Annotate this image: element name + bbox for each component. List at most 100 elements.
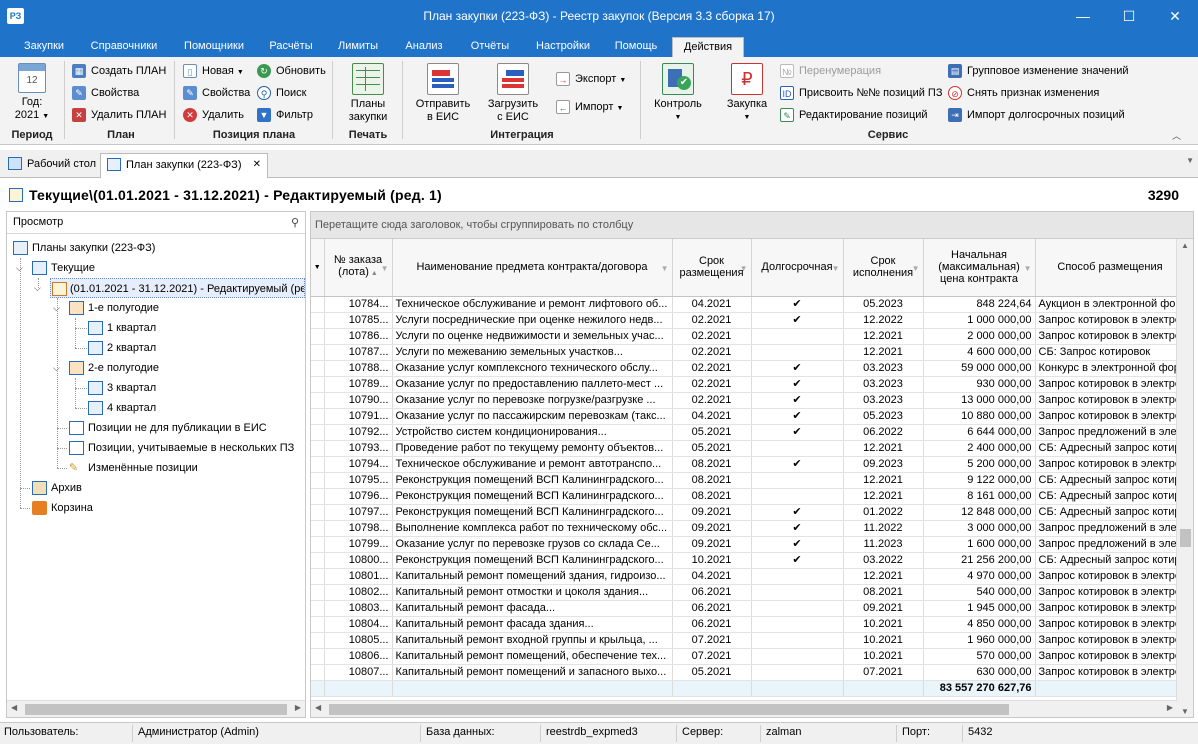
row-indicator[interactable] bbox=[311, 472, 325, 489]
menu-tab-analysis[interactable]: Анализ bbox=[394, 37, 454, 57]
row-indicator[interactable] bbox=[311, 552, 325, 569]
row-indicator[interactable] bbox=[311, 520, 325, 537]
group-change-button[interactable]: ▤ Групповое изменение значений bbox=[948, 61, 1129, 81]
menu-tab-helpers[interactable]: Помощники bbox=[174, 37, 254, 57]
import-long-term-button[interactable]: ⇥ Импорт долгосрочных позиций bbox=[948, 105, 1125, 125]
row-indicator[interactable] bbox=[311, 360, 325, 377]
table-row[interactable]: 10801... Капитальный ремонт помещений зда… bbox=[311, 568, 1186, 585]
table-row[interactable]: 10795... Реконструкция помещений ВСП Кали… bbox=[311, 472, 1186, 489]
remove-flag-button[interactable]: ⊘ Снять признак изменения bbox=[948, 83, 1099, 103]
table-row[interactable]: 10797... Реконструкция помещений ВСП Кали… bbox=[311, 504, 1186, 521]
column-header-execution-term[interactable]: Срок исполнения ▼ bbox=[843, 239, 924, 297]
table-row[interactable]: 10800... Реконструкция помещений ВСП Кали… bbox=[311, 552, 1186, 569]
table-row[interactable]: 10802... Капитальный ремонт отмостки и цо… bbox=[311, 584, 1186, 601]
assign-numbers-button[interactable]: ID Присвоить №№ позиций ПЗ bbox=[780, 83, 942, 103]
tree-horizontal-scrollbar[interactable]: ◀ ▶ bbox=[7, 700, 305, 717]
search-button[interactable]: ⚲ Поиск bbox=[257, 83, 306, 103]
plan-properties-button[interactable]: ✎ Свойства bbox=[72, 83, 139, 103]
table-row[interactable]: 10786... Услуги по оценке недвижимости и … bbox=[311, 328, 1186, 345]
column-header-long-term[interactable]: Долгосрочная ▼ bbox=[751, 239, 844, 297]
expand-toggle-icon[interactable]: ⌵ bbox=[34, 278, 41, 298]
tree-node-plan-2021[interactable]: (01.01.2021 - 31.12.2021) - Редактируемы… bbox=[50, 278, 305, 298]
table-row[interactable]: 10790... Оказание услуг по перевозке погр… bbox=[311, 392, 1186, 409]
edit-positions-button[interactable]: ✎ Редактирование позиций bbox=[780, 105, 928, 125]
tab-desktop[interactable]: Рабочий стол bbox=[2, 153, 98, 178]
row-indicator[interactable] bbox=[311, 664, 325, 681]
menu-tab-calculations[interactable]: Расчёты bbox=[258, 37, 324, 57]
minimize-button[interactable]: — bbox=[1060, 0, 1106, 34]
row-indicator[interactable] bbox=[311, 568, 325, 585]
refresh-button[interactable]: ↻ Обновить bbox=[257, 61, 326, 81]
column-header-placement-term[interactable]: Срок размещения ▼ bbox=[672, 239, 752, 297]
table-row[interactable]: 10807... Капитальный ремонт помещений и з… bbox=[311, 664, 1186, 681]
table-row[interactable]: 10785... Услуги посреднические при оценке… bbox=[311, 312, 1186, 329]
tab-purchase-plan[interactable]: План закупки (223-ФЗ) ✕ bbox=[100, 153, 268, 178]
menu-tab-help[interactable]: Помощь bbox=[604, 37, 668, 57]
export-button[interactable]: → Экспорт ▼ bbox=[556, 69, 626, 89]
row-indicator[interactable] bbox=[311, 632, 325, 649]
create-plan-button[interactable]: ▦ Создать ПЛАН bbox=[72, 61, 166, 81]
menu-tab-references[interactable]: Справочники bbox=[80, 37, 168, 57]
new-position-button[interactable]: ▯ Новая ▼ bbox=[183, 61, 244, 81]
table-row[interactable]: 10806... Капитальный ремонт помещений, об… bbox=[311, 648, 1186, 665]
table-row[interactable]: 10798... Выполнение комплекса работ по те… bbox=[311, 520, 1186, 537]
maximize-button[interactable]: ☐ bbox=[1106, 0, 1152, 34]
row-indicator[interactable] bbox=[311, 616, 325, 633]
row-indicator[interactable] bbox=[311, 504, 325, 521]
expand-toggle-icon[interactable]: ⌵ bbox=[53, 298, 60, 318]
row-indicator[interactable] bbox=[311, 328, 325, 345]
table-row[interactable]: 10791... Оказание услуг по пассажирским п… bbox=[311, 408, 1186, 425]
table-row[interactable]: 10805... Капитальный ремонт входной групп… bbox=[311, 632, 1186, 649]
delete-plan-button[interactable]: ✕ Удалить ПЛАН bbox=[72, 105, 166, 125]
row-indicator[interactable] bbox=[311, 456, 325, 473]
close-button[interactable]: ✕ bbox=[1152, 0, 1198, 34]
column-header-method[interactable]: Способ размещения bbox=[1035, 239, 1186, 297]
grid-vertical-scrollbar[interactable]: ▲ ▼ bbox=[1176, 239, 1193, 717]
close-tab-icon[interactable]: ✕ bbox=[253, 154, 261, 176]
table-row[interactable]: 10789... Оказание услуг по предоставлению… bbox=[311, 376, 1186, 393]
table-row[interactable]: 10794... Техническое обслуживание и ремон… bbox=[311, 456, 1186, 473]
row-indicator[interactable] bbox=[311, 488, 325, 505]
row-indicator[interactable] bbox=[311, 376, 325, 393]
table-row[interactable]: 10793... Проведение работ по текущему рем… bbox=[311, 440, 1186, 457]
menu-tab-settings[interactable]: Настройки bbox=[526, 37, 600, 57]
print-plans-button[interactable]: Планы закупки bbox=[340, 63, 396, 124]
row-indicator[interactable] bbox=[311, 424, 325, 441]
menu-tab-actions[interactable]: Действия bbox=[672, 37, 744, 57]
delete-position-button[interactable]: ✕ Удалить bbox=[183, 105, 244, 125]
row-indicator[interactable] bbox=[311, 440, 325, 457]
table-row[interactable]: 10803... Капитальный ремонт фасада... 06.2… bbox=[311, 600, 1186, 617]
load-from-eis-button[interactable]: Загрузить с ЕИС bbox=[482, 63, 544, 124]
row-indicator[interactable] bbox=[311, 392, 325, 409]
column-header-lot-number[interactable]: № заказа (лота) ▲ ▼ bbox=[324, 239, 393, 297]
row-indicator[interactable] bbox=[311, 408, 325, 425]
table-row[interactable]: 10799... Оказание услуг по перевозке груз… bbox=[311, 536, 1186, 553]
table-row[interactable]: 10784... Техническое обслуживание и ремон… bbox=[311, 296, 1186, 313]
column-chooser[interactable]: ▼ bbox=[311, 239, 325, 297]
position-properties-button[interactable]: ✎ Свойства bbox=[183, 83, 250, 103]
table-row[interactable]: 10796... Реконструкция помещений ВСП Кали… bbox=[311, 488, 1186, 505]
row-indicator[interactable] bbox=[311, 344, 325, 361]
import-button[interactable]: ← Импорт ▼ bbox=[556, 97, 623, 117]
table-row[interactable]: 10788... Оказание услуг комплексного техн… bbox=[311, 360, 1186, 377]
expand-toggle-icon[interactable]: ⌵ bbox=[53, 358, 60, 378]
column-header-name[interactable]: Наименование предмета контракта/договора… bbox=[392, 239, 673, 297]
row-indicator[interactable] bbox=[311, 536, 325, 553]
menu-tab-limits[interactable]: Лимиты bbox=[328, 37, 388, 57]
row-indicator[interactable] bbox=[311, 296, 325, 313]
grid-horizontal-scrollbar[interactable]: ◀ ▶ bbox=[311, 700, 1177, 717]
renumber-button[interactable]: № Перенумерация bbox=[780, 61, 881, 81]
row-indicator[interactable] bbox=[311, 584, 325, 601]
expand-toggle-icon[interactable]: ⌵ bbox=[16, 258, 23, 278]
table-row[interactable]: 10787... Услуги по межеванию земельных уч… bbox=[311, 344, 1186, 361]
row-indicator[interactable] bbox=[311, 312, 325, 329]
row-indicator[interactable] bbox=[311, 600, 325, 617]
control-button[interactable]: ✔ Контроль ▼ bbox=[648, 63, 708, 124]
pin-icon[interactable]: ⚲ bbox=[291, 216, 299, 229]
collapse-ribbon-icon[interactable]: ︿ bbox=[1172, 129, 1181, 142]
menu-tab-reports[interactable]: Отчёты bbox=[460, 37, 520, 57]
filter-button[interactable]: ▼ Фильтр bbox=[257, 105, 313, 125]
purchase-button[interactable]: ₽ Закупка ▼ bbox=[716, 63, 778, 124]
tabs-menu-icon[interactable]: ▼ bbox=[1186, 156, 1194, 165]
column-header-price[interactable]: Начальная (максимальная) цена контракта ▼ bbox=[923, 239, 1036, 297]
